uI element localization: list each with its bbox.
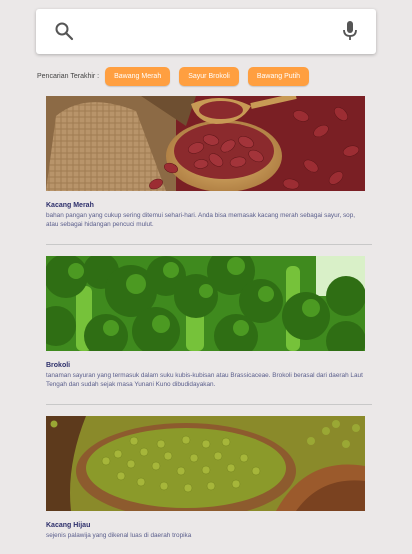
broccoli-photo <box>46 256 365 351</box>
card-title: Brokoli <box>46 362 71 369</box>
card-title: Kacang Hijau <box>46 522 91 529</box>
card-description: tanaman sayuran yang termasuk dalam suku… <box>46 372 363 388</box>
mung-beans-photo <box>46 416 365 511</box>
search-bar[interactable] <box>36 9 376 54</box>
chip-sayur-brokoli[interactable]: Sayur Brokoli <box>179 66 239 86</box>
search-icon[interactable] <box>54 21 74 46</box>
card-title: Kacang Merah <box>46 202 94 209</box>
recent-searches: Pencarian Terakhir : Bawang Merah Sayur … <box>37 66 318 86</box>
kidney-beans-photo <box>46 96 365 191</box>
search-input[interactable] <box>84 19 338 45</box>
card-brokoli[interactable]: Brokoli tanaman sayuran yang termasuk da… <box>46 256 365 389</box>
card-description: bahan pangan yang cukup sering ditemui s… <box>46 212 356 228</box>
chip-bawang-putih[interactable]: Bawang Putih <box>247 66 310 86</box>
card-kacang-merah[interactable]: Kacang Merah bahan pangan yang cukup ser… <box>46 96 365 229</box>
chip-bawang-merah[interactable]: Bawang Merah <box>105 66 171 86</box>
card-description: sejenis palawija yang dikenal luas di da… <box>46 532 192 539</box>
mic-icon[interactable] <box>342 20 358 47</box>
card-kacang-hijau[interactable]: Kacang Hijau sejenis palawija yang diken… <box>46 416 365 540</box>
recent-searches-label: Pencarian Terakhir : <box>37 72 100 80</box>
divider <box>46 404 372 405</box>
divider <box>46 244 372 245</box>
